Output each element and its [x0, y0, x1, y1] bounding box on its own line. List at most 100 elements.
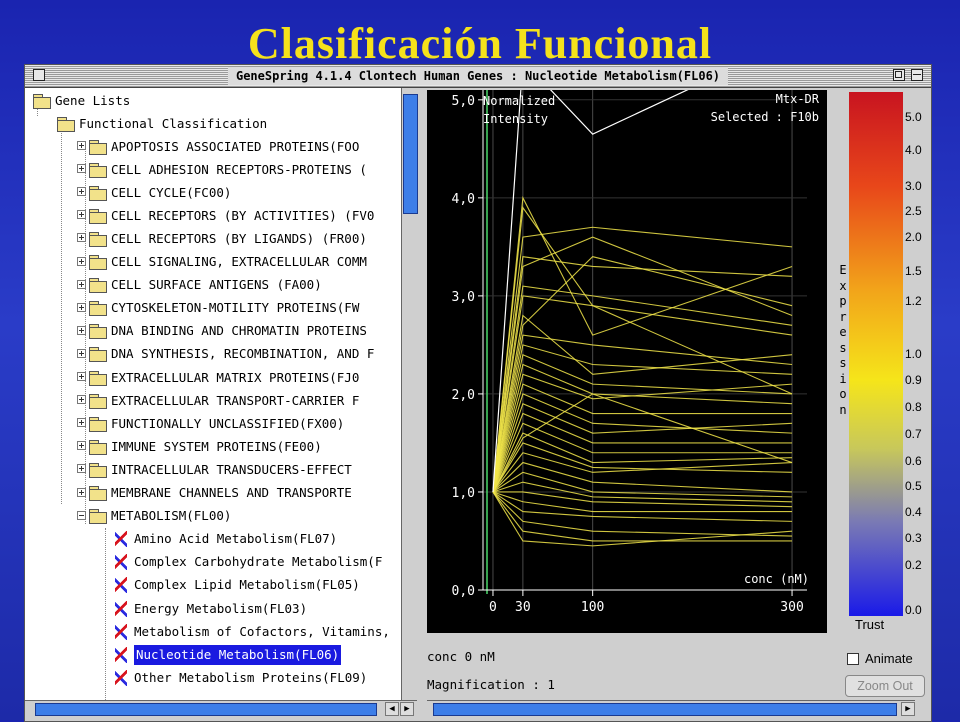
- tree-vertical-scrollbar[interactable]: [401, 88, 418, 700]
- expression-letter: e: [839, 325, 847, 339]
- tree-genelist-item[interactable]: Complex Carbohydrate Metabolism(F: [113, 552, 382, 572]
- tree-category[interactable]: Functional Classification: [57, 113, 267, 133]
- folder-icon: [89, 231, 107, 247]
- zoom-out-button[interactable]: Zoom Out: [845, 675, 925, 697]
- expand-icon[interactable]: [77, 256, 86, 266]
- expand-icon[interactable]: [77, 464, 86, 474]
- scroll-right-icon[interactable]: ▶: [400, 702, 414, 716]
- expand-icon[interactable]: [77, 487, 86, 497]
- tree-folder-item[interactable]: CELL RECEPTORS (BY LIGANDS) (FR00): [77, 228, 367, 248]
- colorbar-tick-label: 0.9: [905, 373, 922, 387]
- colorbar-tick-label: 0.4: [905, 505, 922, 519]
- expand-icon[interactable]: [77, 210, 86, 220]
- tree-genelist-item[interactable]: Energy Metabolism(FL03): [113, 598, 307, 618]
- folder-icon: [89, 185, 107, 201]
- series-line: [492, 461, 793, 493]
- expand-icon[interactable]: [77, 302, 86, 312]
- tree-folder-label: APOPTOSIS ASSOCIATED PROTEINS(FOO: [111, 138, 360, 154]
- tree-folder-label: DNA BINDING AND CHROMATIN PROTEINS: [111, 323, 367, 339]
- plot-horizontal-scrollbar[interactable]: ▶: [427, 700, 915, 717]
- tree-genelist-label: Metabolism of Cofactors, Vitamins,: [134, 623, 390, 639]
- colorbar-tick-label: 0.0: [905, 603, 922, 617]
- zoom-box-icon[interactable]: [893, 69, 905, 81]
- conc-status: conc 0 nM: [427, 649, 495, 664]
- colorbar-tick-label: 1.2: [905, 294, 922, 308]
- folder-icon: [89, 162, 107, 178]
- expand-icon[interactable]: [77, 418, 86, 428]
- folder-icon: [89, 439, 107, 455]
- tree-genelist-item[interactable]: Nucleotide Metabolism(FL06): [113, 644, 342, 665]
- scroll-left-icon[interactable]: ◀: [385, 702, 399, 716]
- expand-icon[interactable]: [77, 395, 86, 405]
- y-tick-label: 3,0: [452, 290, 475, 305]
- expression-label: Expression: [837, 263, 849, 418]
- tree-folder-item[interactable]: DNA BINDING AND CHROMATIN PROTEINS: [77, 321, 367, 341]
- folder-icon: [89, 509, 107, 525]
- tree-folder-label: CELL SIGNALING, EXTRACELLULAR COMM: [111, 254, 367, 269]
- tree-folder-label: DNA SYNTHESIS, RECOMBINATION, AND F: [111, 346, 375, 362]
- expand-icon[interactable]: [77, 348, 86, 358]
- folder-icon: [89, 301, 107, 317]
- tree-folder-item[interactable]: MEMBRANE CHANNELS AND TRANSPORTE: [77, 483, 352, 503]
- collapse-icon[interactable]: [77, 510, 86, 520]
- tree-folder-item[interactable]: CYTOSKELETON-MOTILITY PROTEINS(FW: [77, 298, 359, 318]
- expand-icon[interactable]: [77, 164, 86, 174]
- colorbar-tick-label: 4.0: [905, 143, 922, 157]
- plot-grid: [483, 90, 807, 591]
- scroll-right-icon[interactable]: ▶: [901, 702, 915, 716]
- animate-checkbox[interactable]: [847, 653, 859, 665]
- tree-genelist-item[interactable]: Complex Lipid Metabolism(FL05): [113, 575, 360, 595]
- tree-genelist-item[interactable]: Other Metabolism Proteins(FL09): [113, 667, 367, 687]
- expression-letter: r: [839, 309, 847, 324]
- x-tick-label: 300: [780, 600, 803, 615]
- tree-folder-item[interactable]: APOPTOSIS ASSOCIATED PROTEINS(FOO: [77, 136, 359, 156]
- tree-hscroll-thumb[interactable]: [35, 703, 377, 716]
- expression-line-chart[interactable]: 0,0 1,0 2,0 3,0 4,0 5,0 0 30 100 300 Normalized I…: [427, 90, 827, 633]
- tree-folder-item[interactable]: INTRACELLULAR TRANSDUCERS-EFFECT: [77, 459, 352, 479]
- folder-icon: [89, 139, 107, 155]
- collapse-box-icon[interactable]: [911, 69, 923, 81]
- tree-scroll-thumb[interactable]: [403, 94, 418, 214]
- tree-folder-item[interactable]: EXTRACELLULAR TRANSPORT-CARRIER F: [77, 390, 359, 410]
- expression-letter: E: [839, 263, 847, 277]
- expand-icon[interactable]: [77, 441, 86, 451]
- tree-folder-item[interactable]: IMMUNE SYSTEM PROTEINS(FE00): [77, 436, 322, 456]
- expand-icon[interactable]: [77, 187, 86, 197]
- close-box-icon[interactable]: [33, 69, 45, 81]
- dna-genelist-icon: [113, 623, 129, 641]
- expand-icon[interactable]: [77, 141, 86, 150]
- tree-folder-item[interactable]: CELL SIGNALING, EXTRACELLULAR COMM: [77, 252, 367, 272]
- tree-genelist-label: Amino Acid Metabolism(FL07): [134, 531, 338, 547]
- tree-guide: [61, 124, 62, 504]
- tree-folder-item[interactable]: FUNCTIONALLY UNCLASSIFIED(FX00): [77, 413, 344, 433]
- tree-genelist-item[interactable]: Metabolism of Cofactors, Vitamins,: [113, 621, 390, 641]
- folder-icon: [89, 462, 107, 478]
- tree-horizontal-scrollbar[interactable]: ◀ ▶: [25, 700, 417, 717]
- colorbar-tick-label: 0.7: [905, 427, 922, 441]
- window-titlebar[interactable]: GeneSpring 4.1.4 Clontech Human Genes : …: [25, 65, 931, 88]
- colorbar-tick-label: 2.5: [905, 204, 922, 218]
- tree-folder-item[interactable]: DNA SYNTHESIS, RECOMBINATION, AND F: [77, 344, 374, 364]
- tree-root-label: Gene Lists: [55, 92, 131, 108]
- series-line: [492, 491, 793, 547]
- tree-folder-item[interactable]: METABOLISM(FL00): [77, 506, 231, 526]
- series-line: [492, 491, 793, 522]
- expand-icon[interactable]: [77, 279, 86, 289]
- expand-icon[interactable]: [77, 233, 86, 243]
- selected-series-line: [492, 90, 689, 493]
- tree-folder-item[interactable]: EXTRACELLULAR MATRIX PROTEINS(FJ0: [77, 367, 359, 387]
- colorbar-tick-label: 1.5: [905, 264, 922, 278]
- tree-folder-item[interactable]: CELL SURFACE ANTIGENS (FA00): [77, 275, 322, 295]
- tree-genelist-label: Energy Metabolism(FL03): [134, 600, 308, 616]
- tree-folder-item[interactable]: CELL ADHESION RECEPTORS-PROTEINS (: [77, 159, 367, 179]
- tree-folder-item[interactable]: CELL CYCLE(FC00): [77, 182, 231, 202]
- tree-folder-item[interactable]: CELL RECEPTORS (BY ACTIVITIES) (FV0: [77, 205, 374, 225]
- tree-folder-label: CELL SURFACE ANTIGENS (FA00): [111, 277, 322, 293]
- plot-hscroll-thumb[interactable]: [433, 703, 897, 716]
- expand-icon[interactable]: [77, 325, 86, 335]
- tree-root[interactable]: Gene Lists: [33, 90, 130, 110]
- tree-genelist-item[interactable]: Amino Acid Metabolism(FL07): [113, 529, 337, 549]
- animate-label[interactable]: Animate: [865, 651, 913, 666]
- expand-icon[interactable]: [77, 372, 86, 381]
- series-line: [492, 314, 793, 493]
